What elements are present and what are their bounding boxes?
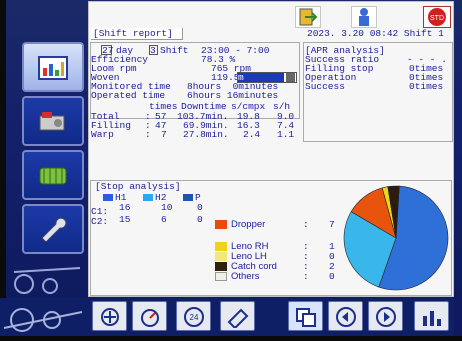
wrench-icon (41, 218, 67, 242)
others-label: Others (231, 271, 260, 282)
report-chart-icon (38, 56, 68, 80)
dropper-label: Dropper (231, 219, 266, 230)
others-swatch (215, 272, 227, 281)
weaving-icon (101, 308, 119, 326)
datetime: 2023. 3.20 08:42 Shift 1 (307, 28, 444, 39)
sidebar-loom-button[interactable] (22, 96, 84, 146)
copy-icon (296, 308, 316, 327)
sidebar-maintenance-button[interactable] (22, 204, 84, 254)
catch-cord-swatch (215, 262, 227, 271)
weaving-button[interactable] (92, 301, 127, 331)
sidebar (10, 36, 88, 298)
operator-icon (359, 8, 369, 26)
operated-time-value: 6hours 16minutes (187, 90, 279, 101)
c2-h2: 6 (161, 214, 167, 225)
logout-button[interactable] (295, 6, 321, 28)
row-label: Warp (91, 129, 114, 140)
others-value: 0 (329, 271, 335, 282)
main-screen: STD [Shift report] 2023. 3.20 08:42 Shif… (88, 1, 458, 297)
bar-chart-icon (423, 311, 441, 326)
apr-row-label: Success (305, 81, 345, 92)
legend-swatch (183, 194, 193, 201)
svg-text:STD: STD (430, 15, 444, 22)
row-sep: : (145, 129, 151, 140)
loom-machine-icon (39, 112, 65, 131)
legend-swatch (143, 194, 153, 201)
dropper-value: 7 (329, 219, 335, 230)
bottom-left-panel (0, 298, 88, 336)
stop-analysis-title: [Stop analysis] (95, 181, 181, 192)
apr-row-value: 0times (409, 81, 444, 92)
svg-text:24: 24 (190, 313, 199, 322)
others-sep: : (303, 271, 309, 282)
sidebar-report-button[interactable] (22, 42, 84, 92)
c1-p: 0 (197, 202, 203, 213)
sidebar-fabric-button[interactable] (22, 150, 84, 200)
c1-h1: 16 (119, 202, 131, 213)
speed-dial-icon (141, 309, 159, 327)
row-times: 7 (161, 129, 167, 140)
stop-icon: STD (428, 8, 446, 26)
operator-button[interactable] (351, 6, 377, 28)
timer-button[interactable]: 24 (176, 301, 211, 331)
operated-time-label: Operated time (91, 90, 166, 101)
shuttle-button[interactable] (220, 301, 255, 331)
legend-swatch (103, 194, 113, 201)
timer-24-icon: 24 (184, 307, 204, 327)
chevron-down-icon (286, 73, 295, 82)
page-title: [Shift report] (91, 28, 183, 40)
next-icon (376, 307, 396, 327)
c2-p: 0 (197, 214, 203, 225)
copy-button[interactable] (288, 301, 323, 331)
row-scmpx: 2.4 (243, 129, 261, 140)
leno-rh-swatch (215, 242, 227, 251)
shift-label: Shift (160, 45, 189, 56)
next-button[interactable] (368, 301, 403, 331)
logout-icon (299, 8, 318, 26)
top-bar: STD [Shift report] 2023. 3.20 08:42 Shif… (89, 2, 455, 40)
chart-button[interactable] (414, 301, 449, 331)
shift-number: 3 (150, 45, 156, 56)
speed-button[interactable] (132, 301, 167, 331)
stop-button[interactable]: STD (423, 6, 451, 28)
dropper-swatch (215, 220, 227, 229)
row-downtime: 27.8min. (183, 129, 229, 140)
prev-button[interactable] (328, 301, 363, 331)
shuttle-icon (227, 308, 249, 328)
leno-lh-swatch (215, 252, 227, 261)
fabric-roll-icon (39, 167, 67, 185)
c2-h1: 15 (119, 214, 131, 225)
prev-icon (336, 307, 356, 327)
dropper-sep: : (303, 219, 309, 230)
bottom-toolbar: 24 (88, 298, 454, 336)
stop-pie-chart (343, 185, 449, 291)
pattern-decoration (10, 256, 88, 296)
row-sh: 1.1 (277, 129, 295, 140)
c2-label: C2: (91, 216, 109, 227)
c1-h2: 10 (161, 202, 173, 213)
